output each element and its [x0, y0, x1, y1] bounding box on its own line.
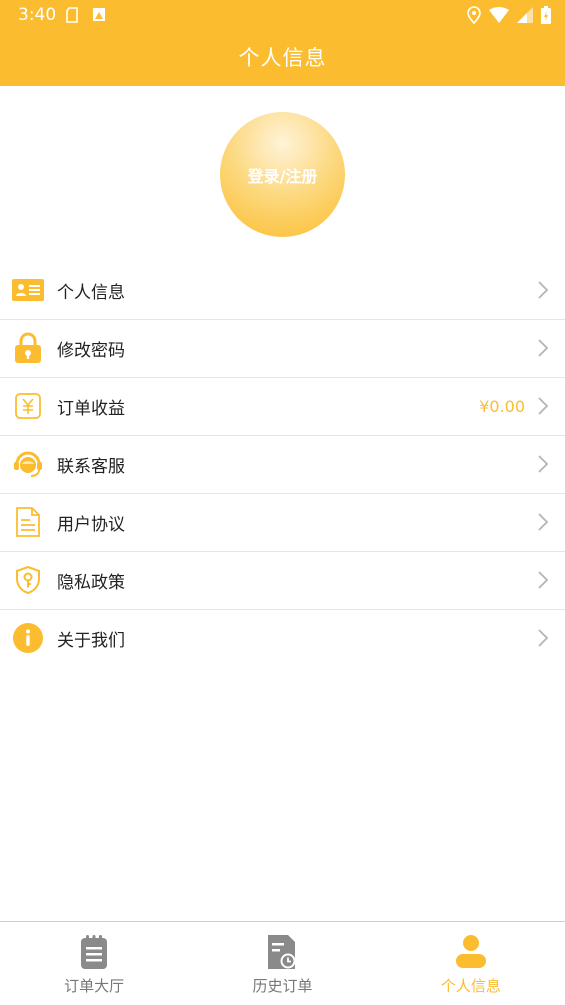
yuan-icon [12, 390, 44, 422]
app-header: 个人信息 [0, 30, 565, 86]
menu-item-privacy-policy[interactable]: 隐私政策 [0, 552, 565, 610]
menu-item-change-password[interactable]: 修改密码 [0, 320, 565, 378]
clipboard-icon [81, 935, 108, 969]
sd-card-icon [66, 7, 78, 23]
status-time: 3:40 [18, 5, 57, 25]
tab-label: 个人信息 [440, 977, 501, 995]
menu-label: 隐私政策 [57, 573, 125, 593]
tab-label: 订单大厅 [64, 977, 125, 995]
status-right-icons [467, 6, 551, 24]
menu-label: 修改密码 [57, 341, 125, 361]
chevron-right-icon [538, 281, 549, 299]
chevron-right-icon [538, 571, 549, 589]
tab-label: 历史订单 [252, 977, 313, 995]
history-icon [268, 935, 296, 969]
menu-item-personal-info[interactable]: 个人信息 [0, 262, 565, 320]
menu-item-about-us[interactable]: 关于我们 [0, 610, 565, 667]
battery-icon [541, 6, 551, 24]
bottom-tab-bar: 订单大厅 历史订单 个人信息 [0, 921, 565, 1005]
image-icon [93, 8, 105, 21]
location-icon [467, 6, 481, 24]
status-left-icons [66, 7, 106, 23]
headset-icon [12, 448, 44, 480]
login-register-button[interactable]: 登录/注册 [220, 112, 345, 237]
signal-icon [517, 7, 533, 23]
info-icon [12, 622, 44, 654]
chevron-right-icon [538, 397, 549, 415]
earnings-amount: ¥0.00 [479, 397, 525, 416]
menu-label: 关于我们 [57, 631, 125, 651]
chevron-right-icon [538, 455, 549, 473]
tab-order-hall[interactable]: 订单大厅 [0, 922, 188, 1005]
wifi-icon [489, 7, 509, 23]
login-register-label: 登录/注册 [247, 166, 318, 186]
menu-label: 订单收益 [57, 399, 125, 419]
id-card-icon [12, 274, 44, 306]
page-title: 个人信息 [238, 46, 327, 70]
menu-label: 联系客服 [57, 457, 125, 477]
lock-icon [12, 332, 44, 364]
menu-label: 个人信息 [57, 283, 125, 303]
tab-order-history[interactable]: 历史订单 [188, 922, 376, 1005]
chevron-right-icon [538, 513, 549, 531]
chevron-right-icon [538, 629, 549, 647]
menu-item-contact-support[interactable]: 联系客服 [0, 436, 565, 494]
menu-item-user-agreement[interactable]: 用户协议 [0, 494, 565, 552]
menu-item-order-earnings[interactable]: 订单收益 ¥0.00 [0, 378, 565, 436]
tab-personal-info[interactable]: 个人信息 [377, 922, 565, 1005]
profile-section: 登录/注册 [0, 86, 565, 262]
settings-menu: 个人信息 修改密码 订单收益 ¥0.00 联系客服 用户协议 隐私政策 关于我们 [0, 262, 565, 667]
chevron-right-icon [538, 339, 549, 357]
shield-icon [12, 564, 44, 596]
status-bar: 3:40 [0, 0, 565, 30]
person-icon [455, 935, 486, 968]
document-icon [12, 506, 44, 538]
menu-label: 用户协议 [57, 515, 125, 535]
